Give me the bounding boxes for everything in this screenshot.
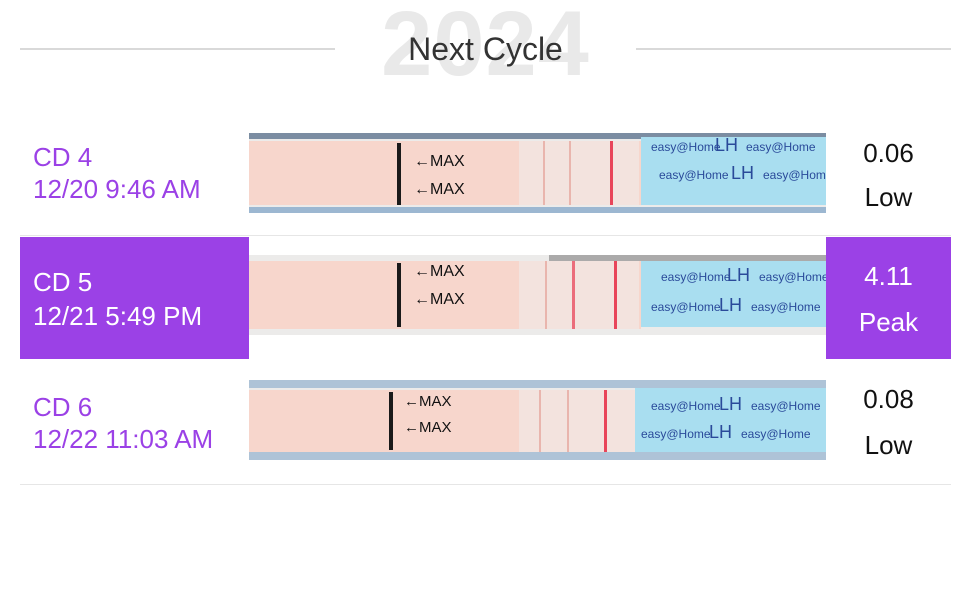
- svg-text:LH: LH: [709, 422, 732, 442]
- lh-value: 0.08: [863, 384, 914, 414]
- section-title: Next Cycle: [408, 31, 563, 67]
- row-divider: [20, 484, 951, 485]
- test-row-cd6[interactable]: CD 6 12/22 11:03 AM ←MAX ←MAX easy@Home …: [20, 360, 951, 485]
- svg-text:easy@Home: easy@Home: [661, 270, 731, 284]
- svg-text:easy@Home: easy@Home: [751, 399, 821, 413]
- lh-result: 4.11 Peak: [826, 237, 951, 359]
- cycle-day-label: CD 5: [33, 267, 93, 297]
- svg-text:easy@Home: easy@Home: [651, 140, 721, 154]
- test-datetime: 12/20 9:46 AM: [33, 174, 201, 204]
- svg-text:easy@Home: easy@Home: [741, 427, 811, 441]
- svg-text:easy@Home: easy@Home: [746, 140, 816, 154]
- row-info: CD 6 12/22 11:03 AM: [20, 360, 249, 485]
- svg-text:LH: LH: [727, 265, 750, 285]
- svg-text:←MAX: ←MAX: [414, 263, 465, 280]
- test-datetime: 12/22 11:03 AM: [33, 424, 214, 454]
- test-strip-photo: ←MAX ←MAX easy@Home LH easy@Home easy@Ho…: [249, 380, 826, 460]
- svg-text:←MAX: ←MAX: [404, 419, 452, 436]
- lh-result: 0.08 Low: [826, 360, 951, 485]
- lh-result: 0.06 Low: [826, 118, 951, 236]
- lh-level: Peak: [858, 307, 919, 337]
- svg-text:easy@Home: easy@Home: [763, 168, 826, 182]
- row-info: CD 4 12/20 9:46 AM: [20, 118, 249, 236]
- svg-text:LH: LH: [719, 394, 742, 414]
- row-divider: [20, 235, 951, 236]
- test-strip-photo: ←MAX ←MAX easy@Home LH easy@Home easy@Ho…: [249, 255, 826, 335]
- lh-level: Low: [864, 182, 913, 212]
- svg-text:LH: LH: [719, 295, 742, 315]
- svg-text:easy@Home: easy@Home: [659, 168, 729, 182]
- test-row-cd5[interactable]: CD 5 12/21 5:49 PM ←MAX ←MAX easy@Home L…: [20, 237, 951, 359]
- svg-text:easy@Home: easy@Home: [651, 399, 721, 413]
- test-strip-photo: ←MAX ←MAX easy@Home LH easy@Home easy@Ho…: [249, 133, 826, 213]
- svg-text:←MAX: ←MAX: [414, 181, 465, 198]
- svg-text:LH: LH: [731, 163, 754, 183]
- test-row-cd4[interactable]: CD 4 12/20 9:46 AM ←MAX ←MAX easy@Home L…: [20, 118, 951, 236]
- svg-text:easy@Home: easy@Home: [641, 427, 711, 441]
- svg-text:←MAX: ←MAX: [414, 291, 465, 308]
- row-info: CD 5 12/21 5:49 PM: [20, 237, 249, 359]
- test-datetime: 12/21 5:49 PM: [33, 301, 203, 331]
- svg-text:easy@Home: easy@Home: [759, 270, 826, 284]
- svg-text:←MAX: ←MAX: [404, 393, 452, 410]
- section-header: 2024 Next Cycle: [0, 0, 971, 100]
- svg-text:←MAX: ←MAX: [414, 153, 465, 170]
- lh-value: 0.06: [863, 138, 914, 168]
- lh-level: Low: [864, 430, 913, 460]
- cycle-day-label: CD 6: [33, 392, 93, 422]
- lh-value: 4.11: [864, 261, 913, 291]
- cycle-day-label: CD 4: [33, 142, 93, 172]
- svg-text:easy@Home: easy@Home: [751, 300, 821, 314]
- svg-text:LH: LH: [715, 135, 738, 155]
- svg-text:easy@Home: easy@Home: [651, 300, 721, 314]
